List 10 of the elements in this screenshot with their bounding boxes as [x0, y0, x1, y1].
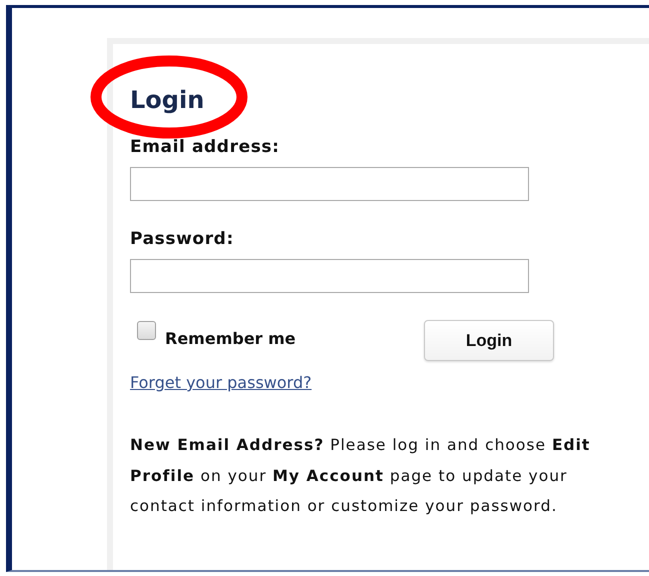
- login-button[interactable]: Login: [424, 320, 554, 361]
- remember-checkbox[interactable]: [137, 321, 156, 340]
- forgot-password-link[interactable]: Forget your password?: [130, 373, 312, 392]
- remember-label: Remember me: [165, 329, 297, 348]
- field-label: Password:: [130, 229, 234, 249]
- login-title: Login: [130, 85, 204, 115]
- account-note: New Email Address? Please log in and choose Edit Profile on your My Account page to update your contact information or customize your password.: [130, 435, 592, 517]
- field-label: Email address:: [130, 137, 280, 157]
- email-field[interactable]: [130, 167, 529, 201]
- password-field[interactable]: [130, 259, 529, 293]
